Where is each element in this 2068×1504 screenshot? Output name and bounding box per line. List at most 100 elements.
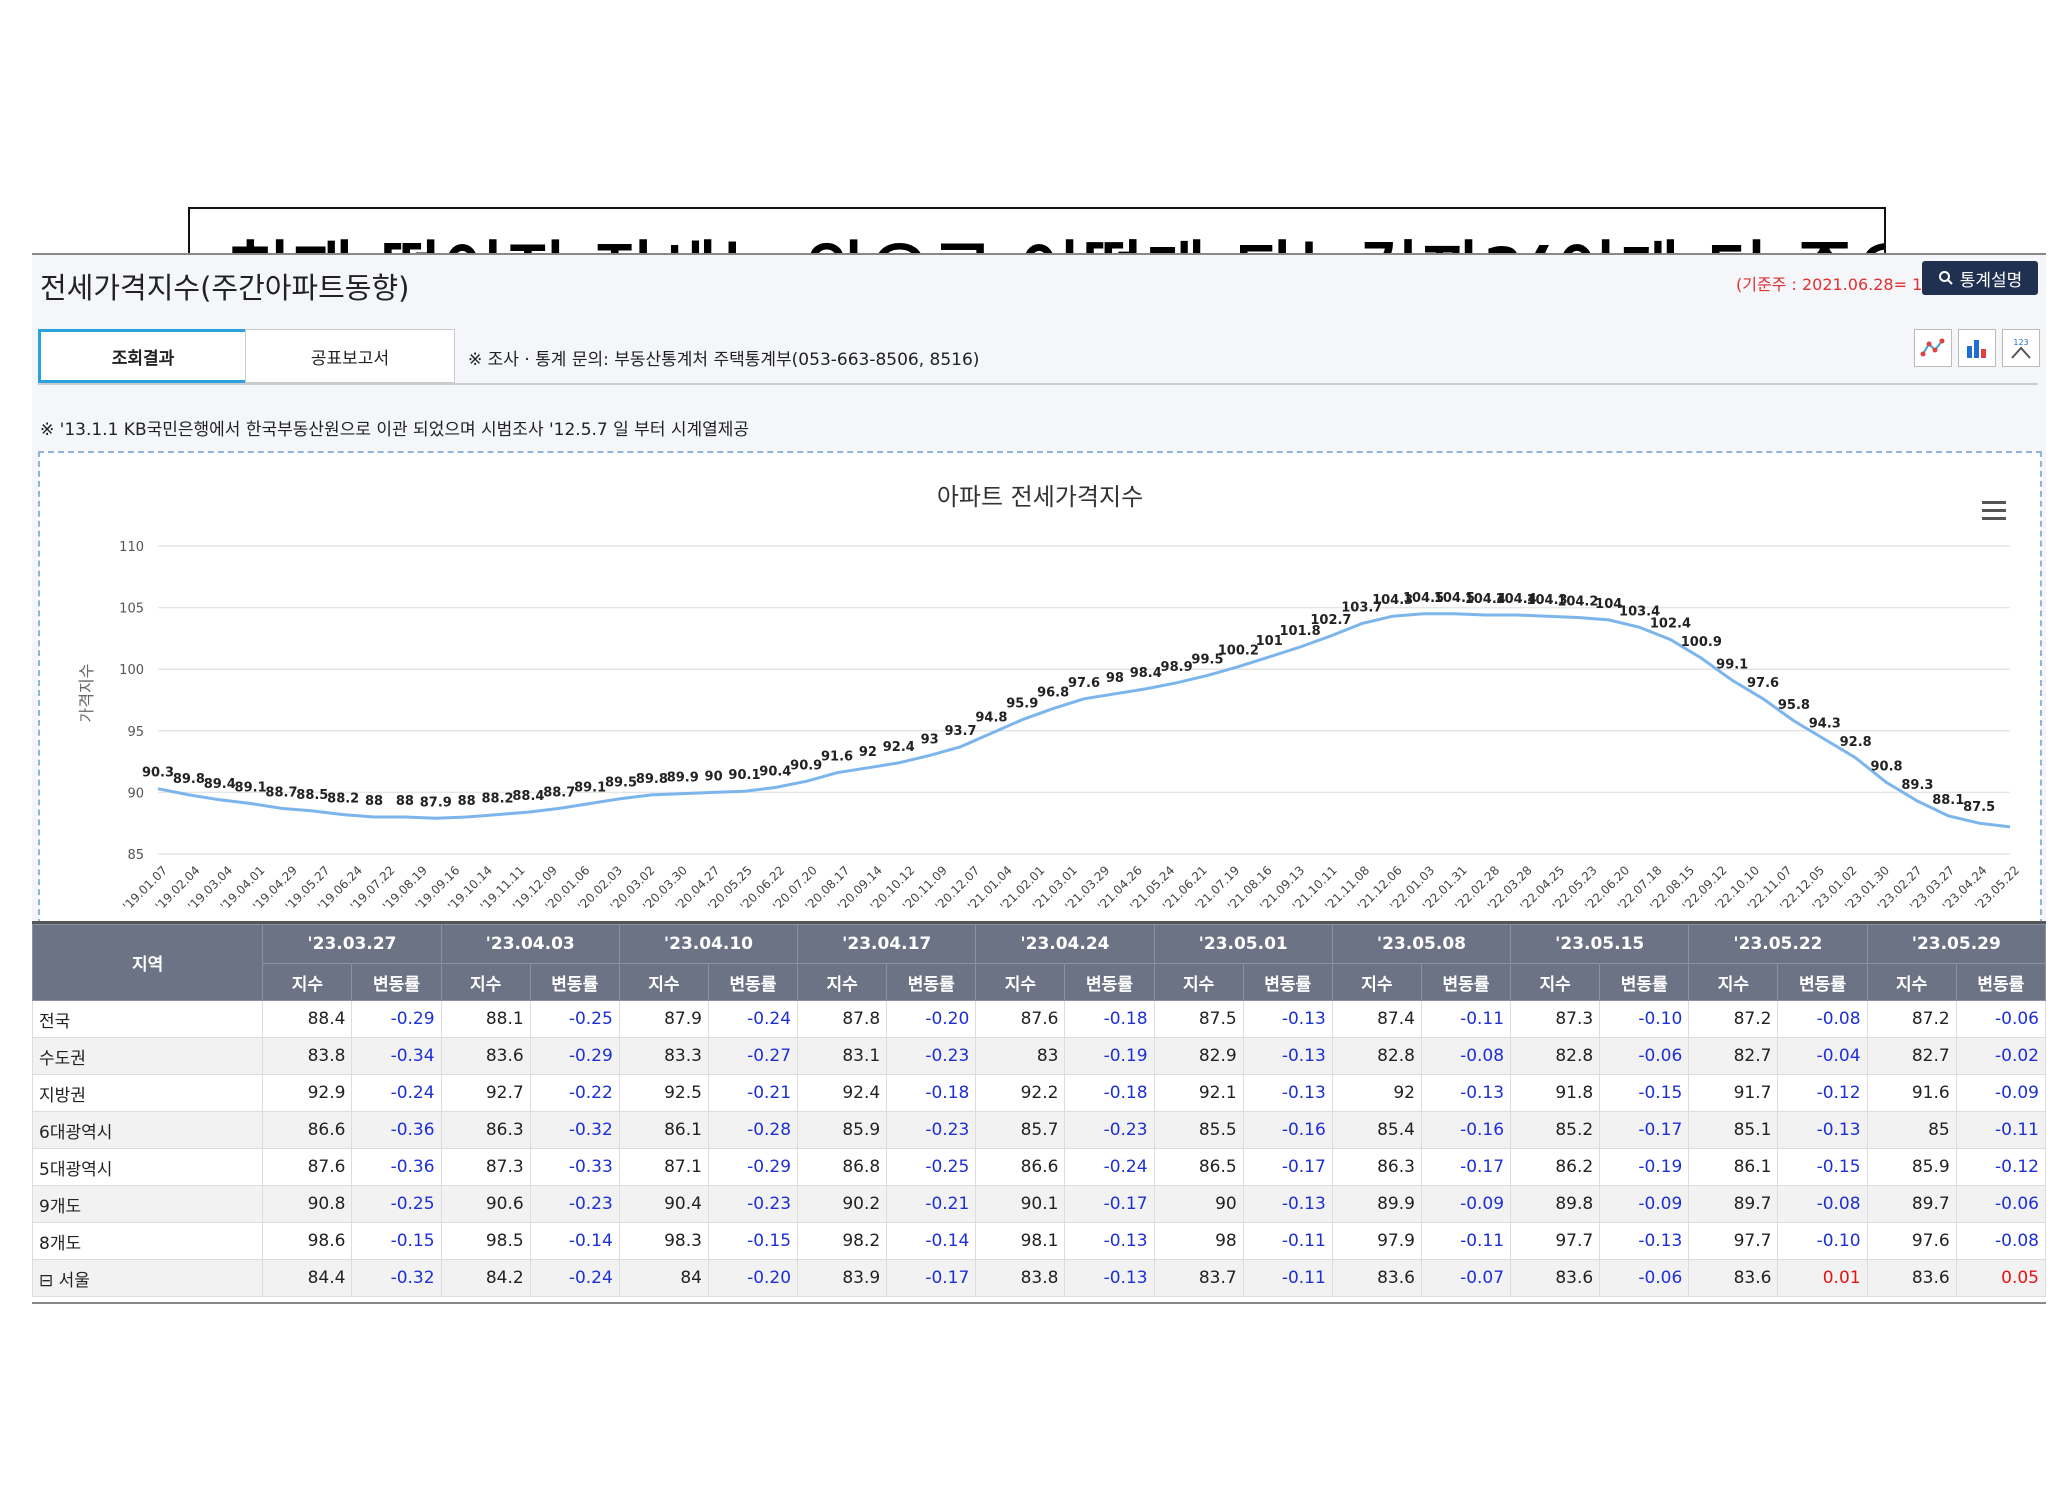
data-label: 95.9 xyxy=(1006,697,1038,712)
index-cell: 92.9 xyxy=(262,1074,353,1112)
screenshot-panel: 전세가격지수(주간아파트동향) (기준주 : 2021.06.28= 100) … xyxy=(32,253,2046,923)
data-label: 88.7 xyxy=(543,785,575,800)
data-transfer-notice: ※ '13.1.1 KB국민은행에서 한국부동산원으로 이관 되었으며 시범조사… xyxy=(40,420,750,440)
scatter-chart-button[interactable] xyxy=(1914,329,1952,367)
index-cell: 87.9 xyxy=(618,1000,709,1038)
data-label: 94.8 xyxy=(975,710,1007,725)
change-cell: -0.29 xyxy=(707,1148,799,1186)
search-icon xyxy=(1938,271,1953,285)
date-header: '23.04.17 xyxy=(797,924,977,964)
y-tick-label: 85 xyxy=(127,848,144,863)
index-cell: 83.6 xyxy=(1866,1259,1957,1297)
table-row: 8개도 98.6 -0.15 98.5 -0.14 98.3 -0.15 98.2 -0.14 9… xyxy=(32,1222,2046,1260)
index-cell: 85 xyxy=(1866,1111,1957,1149)
change-cell: -0.24 xyxy=(707,1000,799,1038)
date-header: '23.05.22 xyxy=(1688,924,1868,964)
change-subheader: 변동률 xyxy=(351,963,442,1001)
index-cell: 85.9 xyxy=(797,1111,888,1149)
change-cell: 0.05 xyxy=(1955,1259,2046,1297)
change-cell: -0.24 xyxy=(351,1074,442,1112)
number-table-icon: 123 xyxy=(2011,338,2031,359)
change-cell: -0.06 xyxy=(1955,1000,2046,1038)
index-cell: 97.7 xyxy=(1688,1222,1779,1260)
data-label: 90.9 xyxy=(790,758,822,773)
region-cell: 6대광역시 xyxy=(32,1111,264,1149)
index-cell: 83.1 xyxy=(797,1037,888,1075)
index-cell: 87.6 xyxy=(262,1148,353,1186)
index-cell: 86.8 xyxy=(797,1148,888,1186)
change-cell: -0.23 xyxy=(707,1185,799,1223)
change-cell: -0.25 xyxy=(351,1185,442,1223)
change-cell: -0.20 xyxy=(886,1000,977,1038)
tab-reports[interactable]: 공표보고서 xyxy=(245,329,455,383)
index-table-wrap: 지역 '23.03.27'23.04.03'23.04.10'23.04.17'2… xyxy=(32,921,2046,1304)
change-cell: -0.23 xyxy=(886,1037,977,1075)
table-row: 5대광역시 87.6 -0.36 87.3 -0.33 87.1 -0.29 86.8 -0.2… xyxy=(32,1148,2046,1186)
index-cell: 92.4 xyxy=(797,1074,888,1112)
change-cell: -0.19 xyxy=(1599,1148,1690,1186)
index-cell: 87.1 xyxy=(618,1148,709,1186)
region-cell[interactable]: ⊟ 서울 xyxy=(32,1259,264,1297)
table-row: 9개도 90.8 -0.25 90.6 -0.23 90.4 -0.23 90.2 -0.21 9… xyxy=(32,1185,2046,1223)
change-cell: -0.13 xyxy=(1777,1111,1868,1149)
change-cell: -0.13 xyxy=(1064,1222,1155,1260)
change-cell: -0.22 xyxy=(529,1074,620,1112)
change-cell: -0.11 xyxy=(1955,1111,2046,1149)
index-cell: 89.8 xyxy=(1510,1185,1601,1223)
change-cell: -0.23 xyxy=(529,1185,620,1223)
data-label: 88 xyxy=(396,794,414,809)
change-cell: -0.29 xyxy=(529,1037,620,1075)
change-cell: -0.11 xyxy=(1242,1222,1333,1260)
bar-chart-button[interactable] xyxy=(1958,329,1996,367)
date-header: '23.04.10 xyxy=(618,924,799,964)
index-cell: 83.7 xyxy=(1153,1259,1244,1297)
change-subheader: 변동률 xyxy=(1599,963,1690,1001)
index-cell: 90.4 xyxy=(618,1185,709,1223)
chart-menu-icon[interactable] xyxy=(1982,501,2006,520)
data-label: 89.3 xyxy=(1901,778,1933,793)
data-label: 98.9 xyxy=(1161,660,1193,675)
data-label: 92.4 xyxy=(883,740,915,755)
change-cell: -0.18 xyxy=(886,1074,977,1112)
index-cell: 89.7 xyxy=(1866,1185,1957,1223)
change-cell: -0.09 xyxy=(1955,1074,2046,1112)
change-cell: -0.10 xyxy=(1599,1000,1690,1038)
data-label: 88.4 xyxy=(512,789,544,804)
stats-description-button[interactable]: 통계설명 xyxy=(1922,261,2038,295)
data-label: 102.4 xyxy=(1650,617,1691,632)
data-label: 100.2 xyxy=(1218,644,1259,659)
region-cell: 9개도 xyxy=(32,1185,264,1223)
index-cell: 98.6 xyxy=(262,1222,353,1260)
index-cell: 92 xyxy=(1331,1074,1422,1112)
index-cell: 82.8 xyxy=(1510,1037,1601,1075)
tab-results[interactable]: 조회결과 xyxy=(38,329,248,383)
change-subheader: 변동률 xyxy=(707,963,799,1001)
change-cell: -0.06 xyxy=(1599,1037,1690,1075)
data-label: 97.6 xyxy=(1068,676,1100,691)
date-header: '23.03.27 xyxy=(262,924,442,964)
number-table-button[interactable]: 123 xyxy=(2002,329,2040,367)
index-cell: 83.9 xyxy=(797,1259,888,1297)
index-cell: 87.8 xyxy=(797,1000,888,1038)
change-cell: -0.09 xyxy=(1599,1185,1690,1223)
index-cell: 97.7 xyxy=(1510,1222,1601,1260)
data-label: 90.1 xyxy=(728,768,760,783)
data-label: 93.7 xyxy=(944,724,976,739)
index-cell: 86.3 xyxy=(1331,1148,1422,1186)
data-label: 100.9 xyxy=(1681,635,1722,650)
change-cell: -0.17 xyxy=(886,1259,977,1297)
index-cell: 85.1 xyxy=(1688,1111,1779,1149)
change-subheader: 변동률 xyxy=(1955,963,2046,1001)
index-cell: 88.4 xyxy=(262,1000,353,1038)
index-cell: 87.3 xyxy=(440,1148,531,1186)
index-cell: 90.6 xyxy=(440,1185,531,1223)
change-cell: -0.04 xyxy=(1777,1037,1868,1075)
index-cell: 85.7 xyxy=(975,1111,1066,1149)
change-cell: -0.23 xyxy=(886,1111,977,1149)
index-subheader: 지수 xyxy=(1866,963,1957,1001)
change-cell: -0.16 xyxy=(1420,1111,1512,1149)
change-subheader: 변동률 xyxy=(1420,963,1512,1001)
index-cell: 86.5 xyxy=(1153,1148,1244,1186)
change-cell: -0.34 xyxy=(351,1037,442,1075)
change-cell: -0.24 xyxy=(1064,1148,1155,1186)
